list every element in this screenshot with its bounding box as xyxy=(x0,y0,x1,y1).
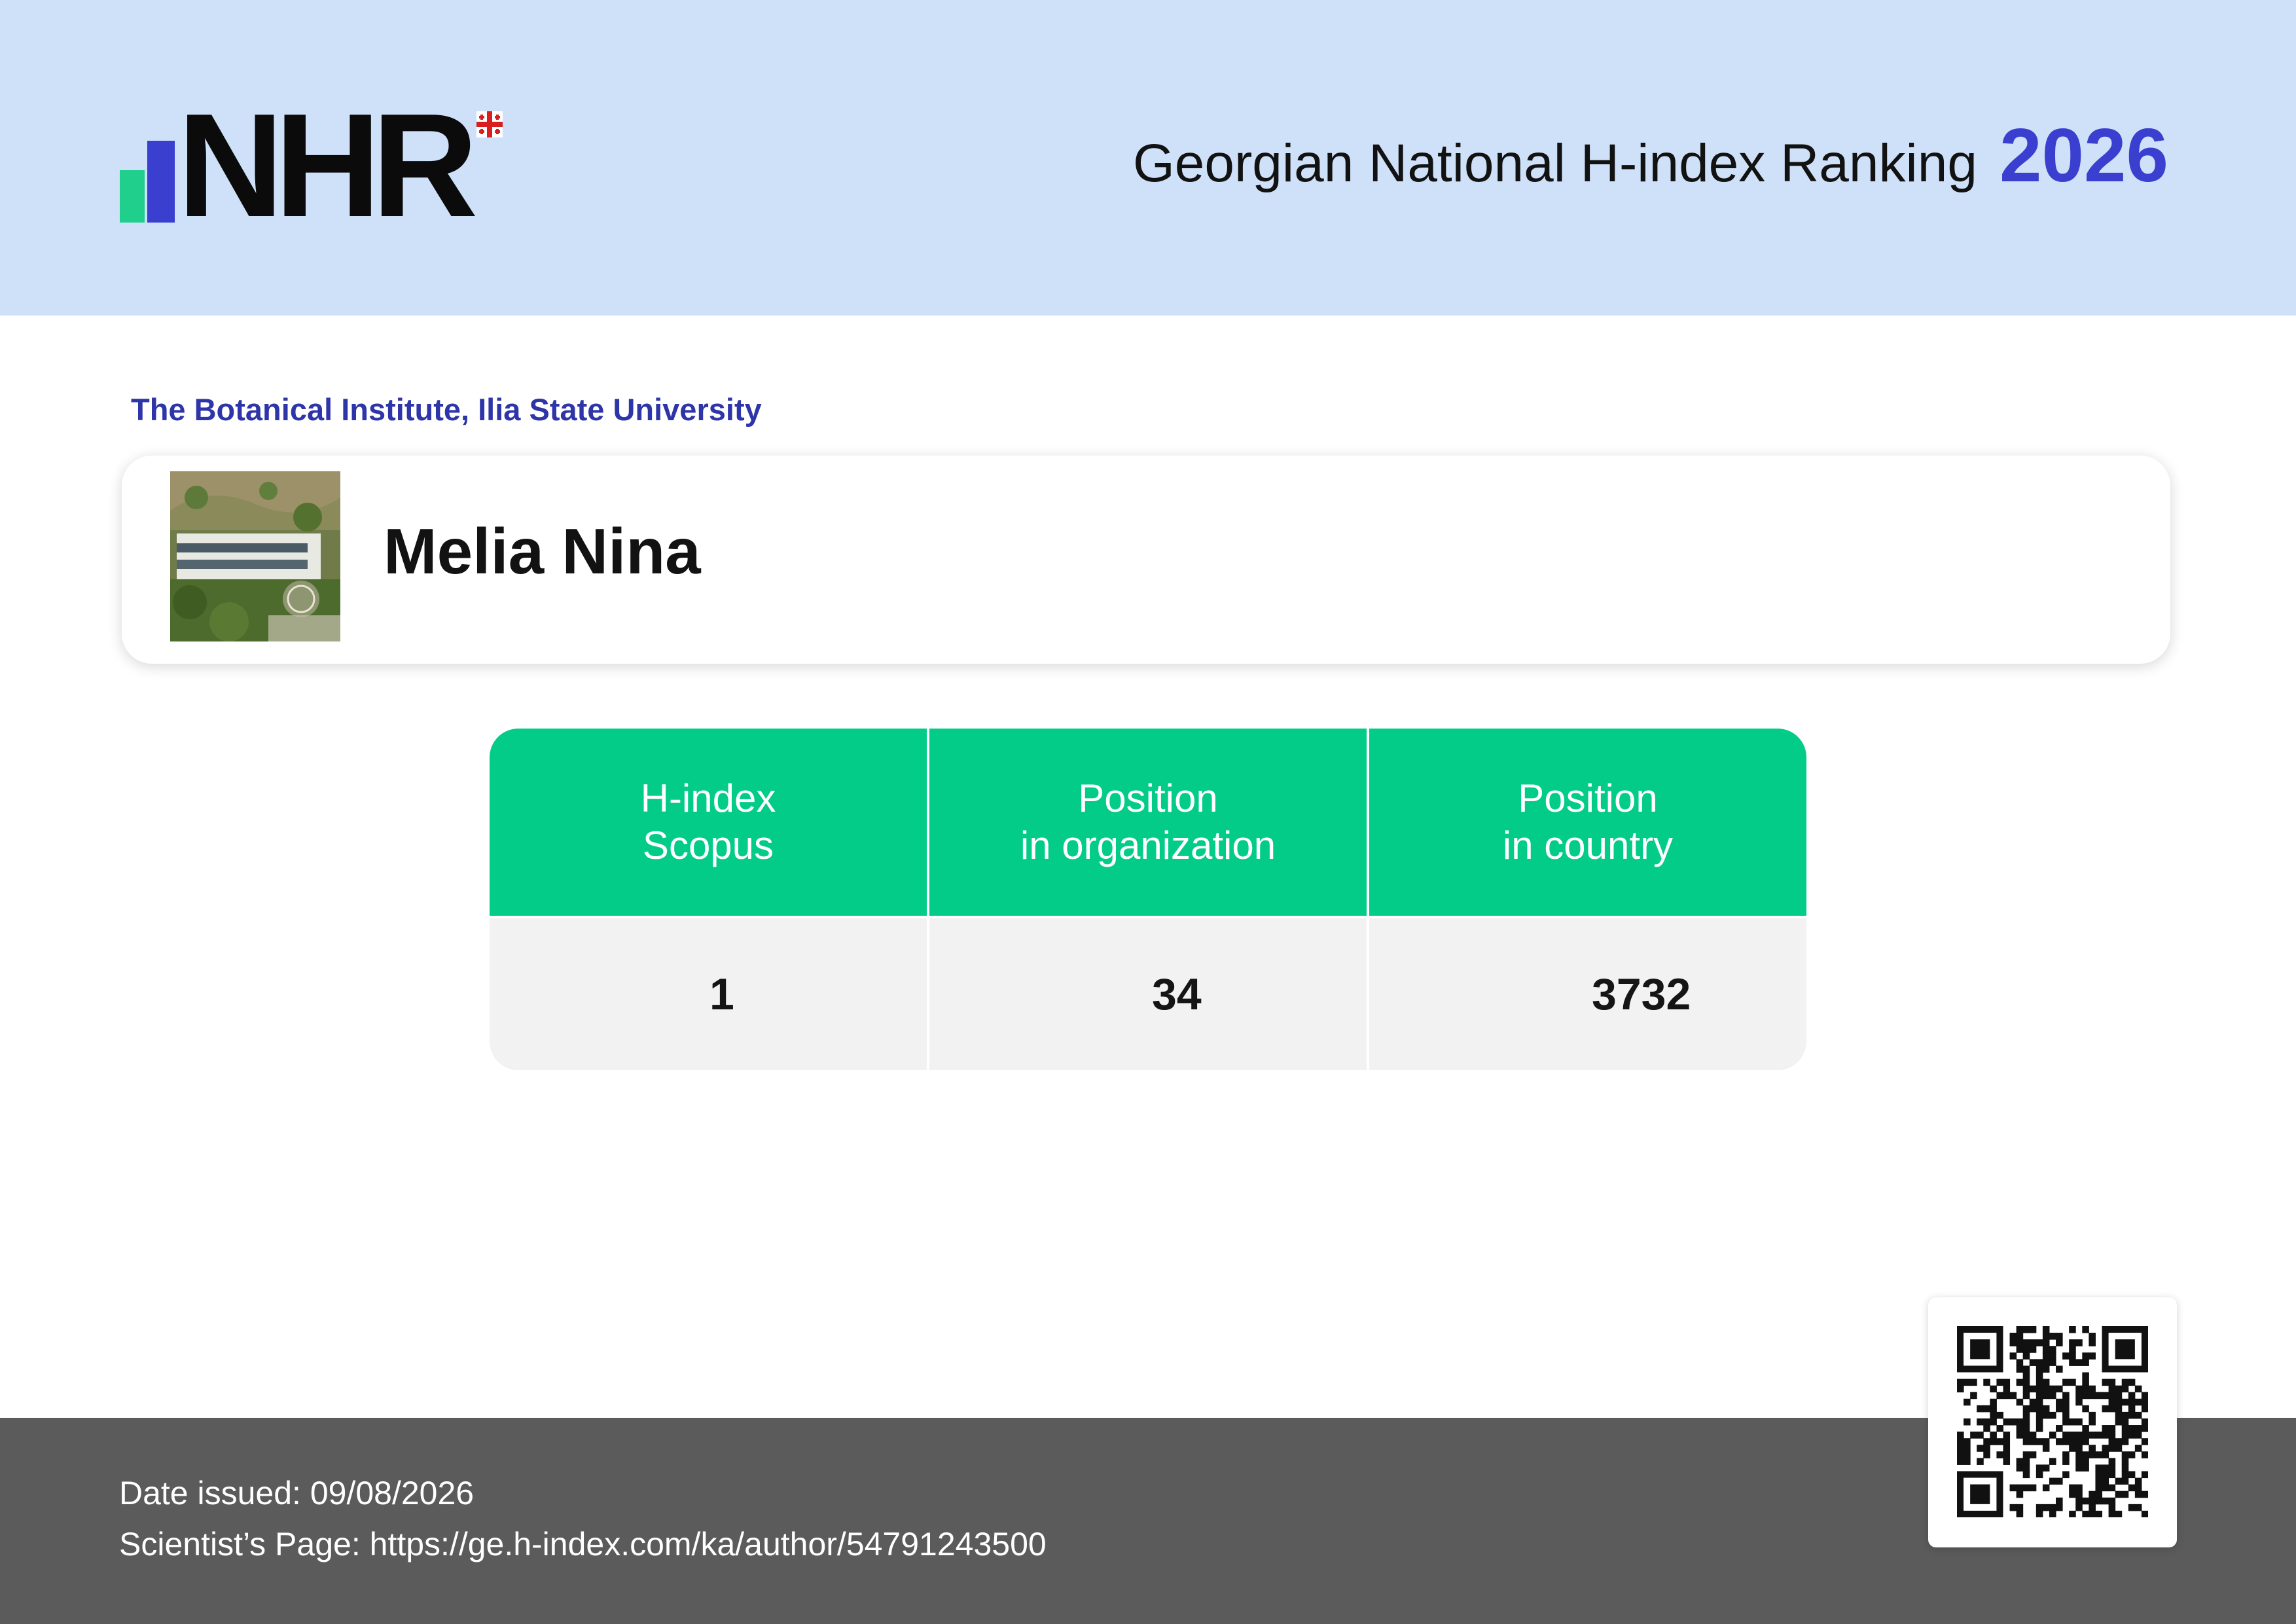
logo-text: NHR xyxy=(177,82,478,247)
building-photo-illustration xyxy=(170,471,340,641)
scientist-page: Scientist’s Page: https://ge.h-index.com… xyxy=(119,1525,1047,1563)
ranking-title-text: Georgian National H-index Ranking xyxy=(1132,134,1977,193)
date-label: Date issued: xyxy=(119,1475,301,1511)
stat-value: 1 xyxy=(490,918,927,1070)
header-banner: NHR Georgian National H-index Ranking 20… xyxy=(0,0,2296,316)
stat-header-line2: Scopus xyxy=(642,823,774,867)
stat-header-line1: Position xyxy=(1078,776,1218,820)
stat-org-position: Position in organization 34 xyxy=(929,729,1367,1070)
stat-country-position: Position in country 3732 xyxy=(1369,729,1806,1070)
scientist-card: Melia Nina xyxy=(122,456,2170,664)
stat-header: H-index Scopus xyxy=(490,729,927,916)
stat-header-line1: H-index xyxy=(640,776,776,820)
stat-header: Position in organization xyxy=(929,729,1367,916)
organization-photo xyxy=(170,471,340,641)
logo-bar-blue xyxy=(147,141,175,223)
logo-bar-green xyxy=(120,170,145,223)
date-value: 09/08/2026 xyxy=(310,1475,475,1511)
stat-header-line1: Position xyxy=(1518,776,1658,820)
stat-header-line2: in organization xyxy=(1020,823,1276,867)
stats-table: H-index Scopus 1 Position in organizatio… xyxy=(490,729,1806,1070)
ranking-year: 2026 xyxy=(1999,113,2168,198)
scientist-name: Melia Nina xyxy=(384,515,701,587)
stat-header: Position in country xyxy=(1369,729,1806,916)
page-label: Scientist’s Page: xyxy=(119,1526,361,1562)
stat-value: 34 xyxy=(929,918,1367,1070)
ranking-title: Georgian National H-index Ranking 2026 xyxy=(1133,111,2168,203)
qr-code[interactable] xyxy=(1928,1297,2177,1547)
organization-name: The Botanical Institute, Ilia State Univ… xyxy=(131,392,762,427)
nhr-logo: NHR xyxy=(120,82,526,247)
qr-code-icon xyxy=(1957,1326,2148,1517)
date-issued: Date issued: 09/08/2026 xyxy=(119,1474,474,1512)
stat-header-line2: in country xyxy=(1502,823,1674,867)
stat-value: 3732 xyxy=(1369,918,1806,1070)
page-url-link[interactable]: https://ge.h-index.com/ka/author/5479124… xyxy=(370,1526,1047,1562)
stat-hindex: H-index Scopus 1 xyxy=(490,729,927,1070)
georgia-flag-icon xyxy=(476,111,503,137)
